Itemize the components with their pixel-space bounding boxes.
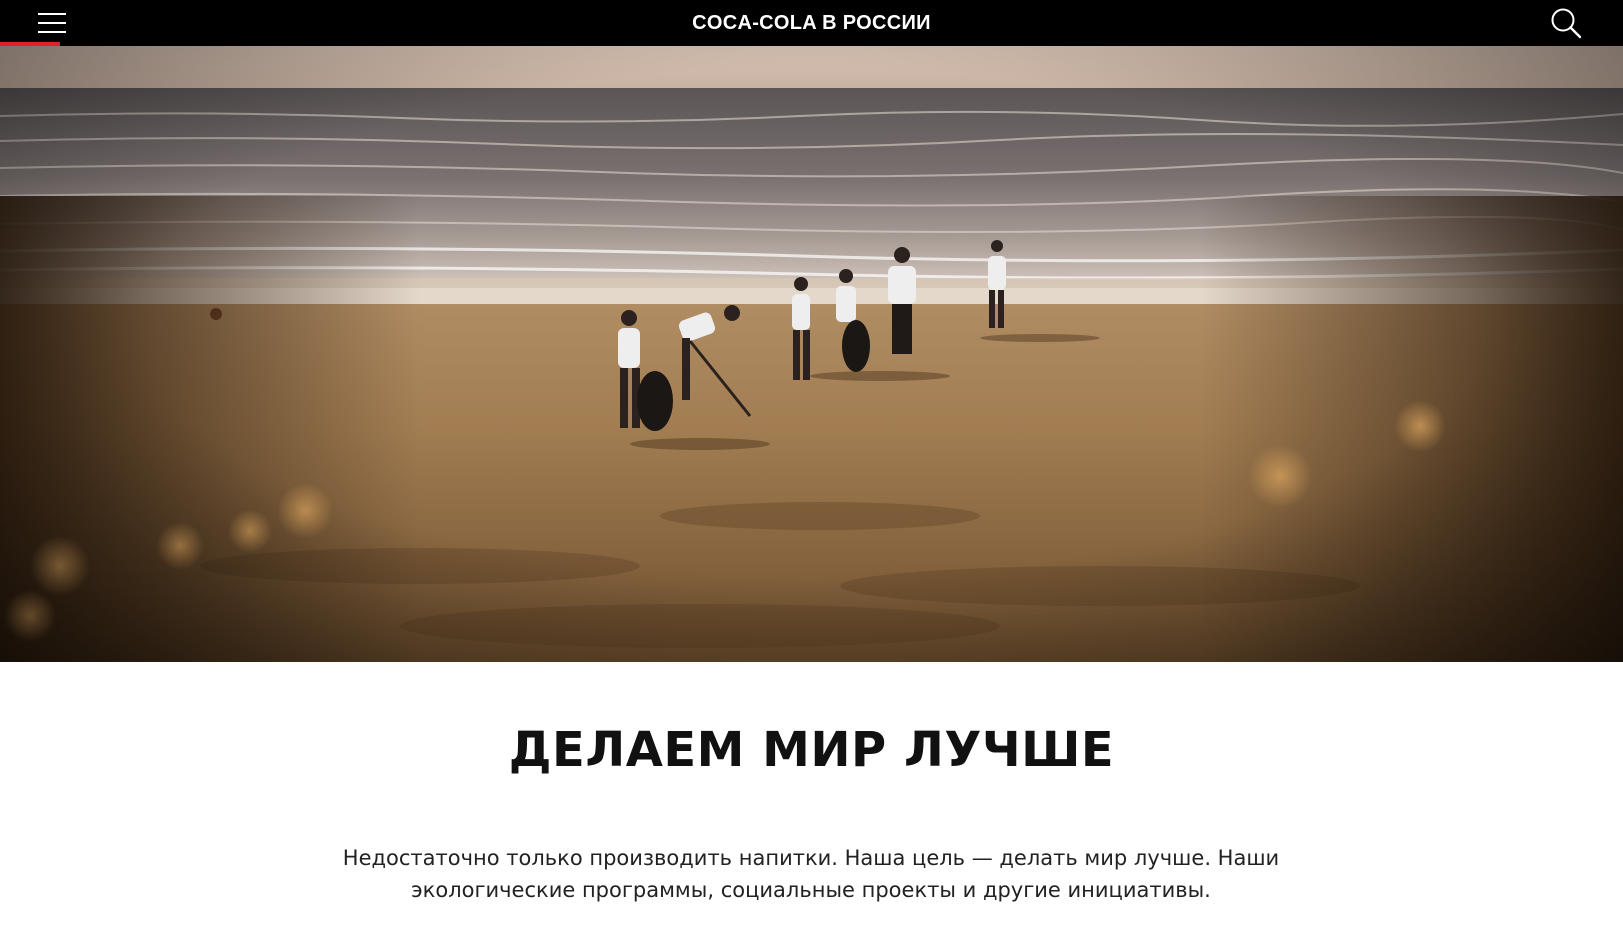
search-icon xyxy=(1551,8,1582,39)
site-title: COCA-COLA В РОССИИ xyxy=(692,12,931,34)
search-button[interactable] xyxy=(1549,6,1583,40)
intro-paragraph: Недостаточно только производить напитки.… xyxy=(342,846,1280,902)
top-navigation-bar: COCA-COLA В РОССИИ xyxy=(0,0,1623,46)
page-headline: ДЕЛАЕМ МИР ЛУЧШЕ xyxy=(508,722,1115,778)
beach-cleanup-photo xyxy=(0,46,1623,662)
menu-button[interactable] xyxy=(0,0,66,46)
hero-image xyxy=(0,46,1623,662)
main-content: ДЕЛАЕМ МИР ЛУЧШЕ Недостаточно только про… xyxy=(0,662,1623,936)
